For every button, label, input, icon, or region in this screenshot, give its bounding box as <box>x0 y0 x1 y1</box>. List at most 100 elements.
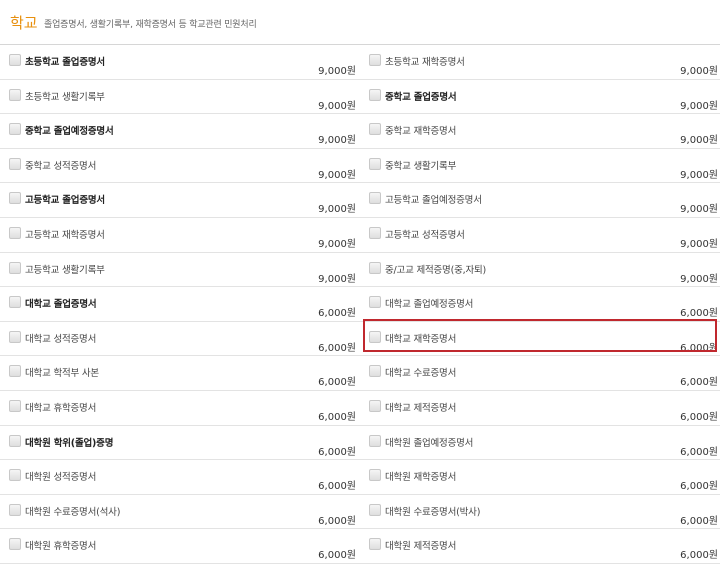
certificate-price: 9,000원 <box>318 66 356 77</box>
certificate-item[interactable]: 대학교 성적증명서 6,000원 <box>0 322 362 356</box>
list-row: 대학교 성적증명서 6,000원 대학교 재학증명서 6,000원 <box>0 322 720 357</box>
list-row: 대학교 학적부 사본 6,000원 대학교 수료증명서 6,000원 <box>0 356 720 391</box>
certificate-checkbox[interactable] <box>369 399 381 412</box>
certificate-checkbox[interactable] <box>9 365 21 378</box>
certificate-item[interactable]: 고등학교 재학증명서 9,000원 <box>0 218 362 252</box>
section-header: 학교 졸업증명서, 생활기록부, 재학증명서 등 학교관련 민원처리 <box>0 0 720 45</box>
certificate-item[interactable]: 대학교 제적증명서 6,000원 <box>362 391 720 425</box>
certificate-price: 9,000원 <box>318 273 356 285</box>
certificate-checkbox[interactable] <box>9 399 21 412</box>
list-row: 초등학교 생활기록부 9,000원 중학교 졸업증명서 9,000원 <box>0 80 720 115</box>
list-row: 대학교 졸업증명서 6,000원 대학교 졸업예정증명서 6,000원 <box>0 287 720 322</box>
certificate-checkbox[interactable] <box>369 192 381 205</box>
certificate-checkbox[interactable] <box>9 538 21 551</box>
list-row: 대학원 성적증명서 6,000원 대학원 재학증명서 6,000원 <box>0 460 720 495</box>
certificate-item[interactable]: 중학교 재학증명서 9,000원 <box>362 114 720 148</box>
certificate-checkbox[interactable] <box>9 123 21 136</box>
certificate-item[interactable]: 대학원 성적증명서 6,000원 <box>0 460 362 494</box>
certificate-checkbox[interactable] <box>9 261 21 274</box>
certificate-checkbox[interactable] <box>9 157 21 170</box>
certificate-checkbox[interactable] <box>369 88 381 101</box>
certificate-name: 대학원 재학증명서 <box>385 472 457 484</box>
certificate-item[interactable]: 고등학교 졸업증명서 9,000원 <box>0 183 362 217</box>
certificate-checkbox[interactable] <box>369 261 381 274</box>
certificate-item[interactable]: 대학원 제적증명서 6,000원 <box>362 529 720 563</box>
certificate-item[interactable]: 대학원 학위(졸업)증명 6,000원 <box>0 426 362 460</box>
certificate-item[interactable]: 대학교 재학증명서 6,000원 <box>362 322 720 356</box>
certificate-checkbox[interactable] <box>369 226 381 239</box>
certificate-checkbox[interactable] <box>9 469 21 482</box>
certificate-price: 9,000원 <box>680 100 718 112</box>
certificate-checkbox[interactable] <box>369 157 381 170</box>
certificate-item[interactable]: 대학원 재학증명서 6,000원 <box>362 460 720 494</box>
certificate-item[interactable]: 고등학교 생활기록부 9,000원 <box>0 253 362 287</box>
certificate-checkbox[interactable] <box>9 296 21 309</box>
list-row: 중학교 성적증명서 9,000원 중학교 생활기록부 9,000원 <box>0 149 720 184</box>
certificate-name: 대학원 성적증명서 <box>25 472 97 484</box>
certificate-price: 9,000원 <box>680 238 718 250</box>
certificate-item[interactable]: 대학교 졸업증명서 6,000원 <box>0 287 362 321</box>
certificate-name: 중학교 재학증명서 <box>385 126 457 138</box>
certificate-name: 대학교 졸업증명서 <box>25 299 97 311</box>
certificate-checkbox[interactable] <box>9 54 21 66</box>
list-row: 대학원 휴학증명서 6,000원 대학원 제적증명서 6,000원 <box>0 529 720 564</box>
certificate-price: 9,000원 <box>318 169 356 181</box>
certificate-checkbox[interactable] <box>369 54 381 66</box>
certificate-name: 중학교 생활기록부 <box>385 160 457 172</box>
certificate-name: 중학교 졸업예정증명서 <box>25 126 114 138</box>
certificate-checkbox[interactable] <box>369 330 381 343</box>
certificate-price: 6,000원 <box>680 550 718 562</box>
certificate-list: 초등학교 졸업증명서 9,000원 초등학교 재학증명서 9,000원 초등학교 생활기… <box>0 45 720 564</box>
certificate-name: 중학교 성적증명서 <box>25 160 97 172</box>
certificate-item[interactable]: 고등학교 졸업예정증명서 9,000원 <box>362 183 720 217</box>
certificate-price: 9,000원 <box>318 238 356 250</box>
certificate-name: 고등학교 졸업증명서 <box>25 195 105 207</box>
certificate-item[interactable]: 대학교 학적부 사본 6,000원 <box>0 356 362 390</box>
certificate-price: 6,000원 <box>318 411 356 423</box>
certificate-price: 9,000원 <box>680 204 718 216</box>
certificate-price: 6,000원 <box>680 515 718 527</box>
certificate-item[interactable]: 대학교 수료증명서 6,000원 <box>362 356 720 390</box>
certificate-price: 6,000원 <box>680 308 718 320</box>
certificate-checkbox[interactable] <box>369 434 381 447</box>
certificate-price: 6,000원 <box>318 481 356 493</box>
certificate-item[interactable]: 대학원 수료증명서(박사) 6,000원 <box>362 495 720 529</box>
certificate-item[interactable]: 초등학교 졸업증명서 9,000원 <box>0 45 362 79</box>
list-row: 대학원 수료증명서(석사) 6,000원 대학원 수료증명서(박사) 6,000원 <box>0 495 720 530</box>
certificate-checkbox[interactable] <box>369 123 381 136</box>
certificate-checkbox[interactable] <box>9 192 21 205</box>
certificate-item[interactable]: 대학원 수료증명서(석사) 6,000원 <box>0 495 362 529</box>
certificate-item[interactable]: 대학원 휴학증명서 6,000원 <box>0 529 362 563</box>
certificate-checkbox[interactable] <box>369 538 381 551</box>
certificate-item[interactable]: 대학원 졸업예정증명서 6,000원 <box>362 426 720 460</box>
certificate-name: 대학원 수료증명서(박사) <box>385 506 481 518</box>
certificate-checkbox[interactable] <box>369 503 381 516</box>
certificate-checkbox[interactable] <box>369 296 381 309</box>
certificate-item[interactable]: 중학교 생활기록부 9,000원 <box>362 149 720 183</box>
certificate-item[interactable]: 초등학교 재학증명서 9,000원 <box>362 45 720 79</box>
certificate-name: 고등학교 성적증명서 <box>385 229 465 241</box>
certificate-price: 6,000원 <box>680 446 718 458</box>
certificate-item[interactable]: 초등학교 생활기록부 9,000원 <box>0 80 362 114</box>
certificate-checkbox[interactable] <box>9 434 21 447</box>
certificate-checkbox[interactable] <box>9 503 21 516</box>
certificate-item[interactable]: 중학교 성적증명서 9,000원 <box>0 149 362 183</box>
certificate-checkbox[interactable] <box>369 365 381 378</box>
certificate-item[interactable]: 대학교 휴학증명서 6,000원 <box>0 391 362 425</box>
certificate-price: 6,000원 <box>680 481 718 493</box>
certificate-item[interactable]: 중학교 졸업예정증명서 9,000원 <box>0 114 362 148</box>
certificate-item[interactable]: 고등학교 성적증명서 9,000원 <box>362 218 720 252</box>
certificate-name: 대학교 학적부 사본 <box>25 368 99 380</box>
certificate-item[interactable]: 중학교 졸업증명서 9,000원 <box>362 80 720 114</box>
certificate-item[interactable]: 중/고교 제적증명(중,자퇴) 9,000원 <box>362 253 720 287</box>
certificate-name: 대학교 휴학증명서 <box>25 402 97 414</box>
certificate-name: 대학원 제적증명서 <box>385 541 457 553</box>
certificate-checkbox[interactable] <box>9 226 21 239</box>
certificate-checkbox[interactable] <box>9 88 21 101</box>
certificate-checkbox[interactable] <box>369 469 381 482</box>
certificate-checkbox[interactable] <box>9 330 21 343</box>
certificate-name: 중학교 졸업증명서 <box>385 91 457 103</box>
certificate-item[interactable]: 대학교 졸업예정증명서 6,000원 <box>362 287 720 321</box>
certificate-price: 9,000원 <box>680 169 718 181</box>
certificate-name: 대학원 수료증명서(석사) <box>25 506 121 518</box>
